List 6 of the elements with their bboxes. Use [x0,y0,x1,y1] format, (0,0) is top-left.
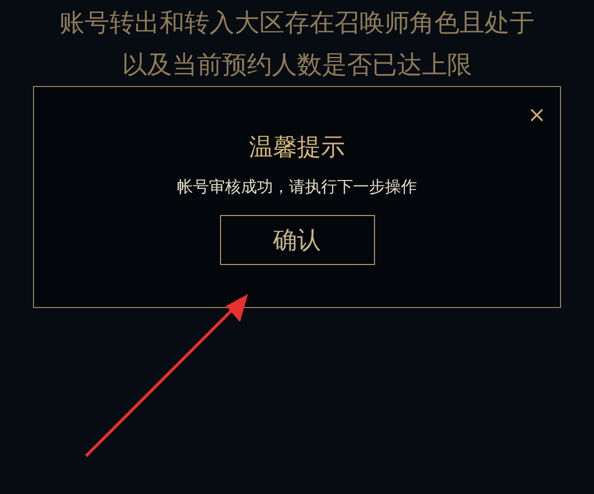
confirm-button[interactable]: 确认 [220,215,374,265]
dialog-message: 帐号审核成功，请执行下一步操作 [177,176,417,198]
background-text: 以及当前预约人数是否已达上限 [122,49,472,81]
dialog-title: 温馨提示 [249,132,345,163]
close-button[interactable]: × [528,105,546,127]
background-text: 账号转出和转入大区存在召唤师角色且处于 [60,7,534,39]
